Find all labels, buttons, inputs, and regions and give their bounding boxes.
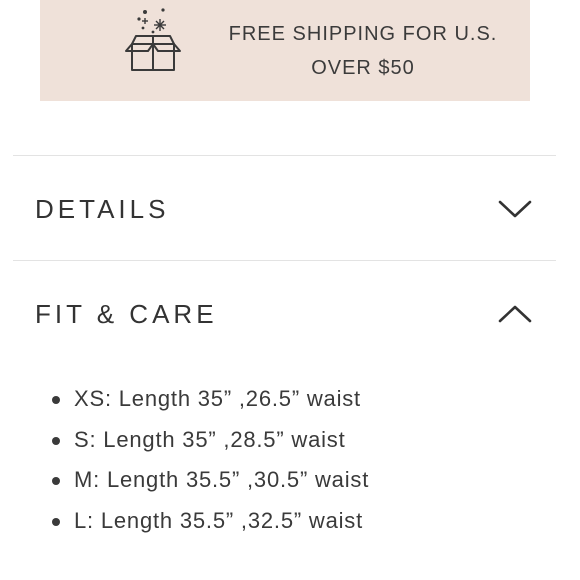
banner-text: FREE SHIPPING FOR U.S. OVER $50: [218, 17, 508, 85]
divider: [13, 155, 556, 156]
list-item: M: Length 35.5” ,30.5” waist: [50, 460, 369, 501]
banner-line-1: FREE SHIPPING FOR U.S.: [228, 23, 498, 45]
chevron-down-icon[interactable]: [497, 195, 533, 223]
size-l-text: L: Length 35.5” ,32.5” waist: [74, 507, 364, 533]
size-s-text: S: Length 35” ,28.5” waist: [74, 426, 346, 452]
bullet-icon: [52, 477, 60, 485]
gift-box-icon: [125, 8, 181, 71]
fit-care-size-list: XS: Length 35” ,26.5” waist S: Length 35…: [50, 379, 369, 541]
details-accordion-header[interactable]: DETAILS: [35, 189, 545, 229]
list-item: L: Length 35.5” ,32.5” waist: [50, 501, 369, 542]
bullet-icon: [52, 436, 60, 445]
free-shipping-banner: FREE SHIPPING FOR U.S. OVER $50: [40, 0, 530, 101]
banner-line-2: OVER $50: [311, 57, 415, 79]
size-m-text: M: Length 35.5” ,30.5” waist: [74, 467, 370, 492]
list-item: S: Length 35” ,28.5” waist: [50, 420, 369, 461]
fit-care-accordion-header[interactable]: FIT & CARE: [35, 294, 545, 334]
list-item: XS: Length 35” ,26.5” waist: [50, 379, 369, 420]
bullet-icon: [52, 396, 60, 404]
size-xs-text: XS: Length 35” ,26.5” waist: [74, 386, 361, 411]
chevron-up-icon[interactable]: [497, 300, 533, 328]
bullet-icon: [52, 517, 60, 526]
details-title: DETAILS: [35, 194, 170, 224]
fit-care-title: FIT & CARE: [35, 299, 218, 329]
divider: [13, 260, 556, 261]
